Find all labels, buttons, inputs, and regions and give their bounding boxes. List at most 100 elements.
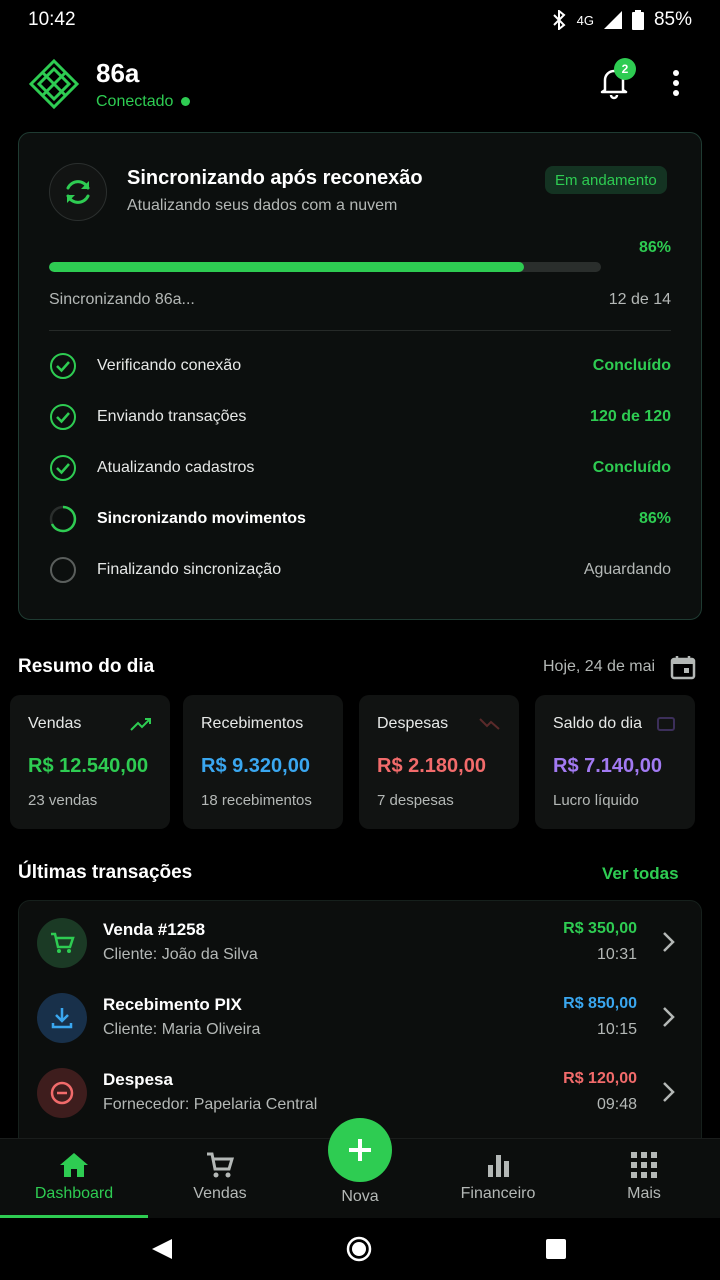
step-label: Atualizando cadastros	[97, 459, 255, 476]
sync-step: Sincronizando movimentos 86%	[49, 502, 671, 536]
chevron-right-icon	[663, 1007, 675, 1027]
bar-chart-icon	[488, 1155, 509, 1177]
sync-card: Sincronizando após reconexão Atualizando…	[18, 132, 702, 620]
nav-label: Financeiro	[460, 1185, 536, 1202]
tx-sub: Cliente: Maria Oliveira	[103, 1021, 261, 1038]
tx-time: 09:48	[596, 1096, 637, 1113]
stat-sub: Lucro líquido	[553, 792, 639, 809]
app-header: 86a Conectado 2	[0, 44, 720, 124]
home-button-icon[interactable]	[346, 1236, 372, 1262]
stat-value: R$ 2.180,00	[377, 755, 486, 777]
stat-value: R$ 9.320,00	[201, 755, 310, 777]
nav-label: Mais	[627, 1185, 661, 1202]
sync-percent: 86%	[638, 239, 671, 256]
step-label: Sincronizando movimentos	[97, 510, 306, 527]
connected-dot	[181, 97, 191, 106]
summary-title: Resumo do dia	[18, 656, 155, 677]
stat-value: R$ 7.140,00	[553, 755, 662, 777]
tx-time: 10:31	[596, 946, 637, 963]
nav-label: Dashboard	[34, 1185, 114, 1202]
nav-mais[interactable]: Mais	[584, 1139, 704, 1219]
sync-step: Verificando conexão Concluído	[49, 349, 671, 383]
network-label: 4G	[576, 12, 594, 28]
connection-label: Conectado	[96, 92, 174, 110]
tx-title: Despesa	[103, 1070, 173, 1089]
sync-progress-fill	[49, 262, 524, 272]
step-status: Concluído	[592, 459, 671, 476]
status-bar: 10:42 4G 85%	[0, 0, 720, 40]
step-label: Finalizando sincronização	[97, 561, 282, 578]
nav-financeiro[interactable]: Financeiro	[438, 1139, 558, 1219]
stat-sub: 7 despesas	[377, 792, 454, 809]
status-badge: Em andamento	[545, 166, 667, 194]
chevron-right-icon	[663, 1082, 675, 1102]
trend-down-icon	[479, 718, 500, 730]
step-label: Enviando transações	[97, 408, 247, 425]
stat-sub: 18 recebimentos	[201, 792, 312, 809]
sync-subtitle: Atualizando seus dados com a nuvem	[127, 197, 398, 214]
notification-badge: 2	[614, 58, 636, 80]
tx-amount: R$ 120,00	[563, 1070, 637, 1087]
sync-current-label: Sincronizando 86a...	[49, 291, 195, 308]
tx-title: Venda #1258	[103, 920, 206, 939]
device-name: 86a	[96, 57, 140, 88]
step-status: Concluído	[592, 357, 671, 374]
battery-icon	[631, 10, 644, 30]
more-options-icon[interactable]	[664, 68, 688, 98]
list-item[interactable]: Venda #1258 Cliente: João da Silva R$ 35…	[19, 908, 703, 978]
nav-vendas[interactable]: Vendas	[160, 1139, 280, 1219]
tx-sub: Cliente: João da Silva	[103, 946, 258, 963]
step-label: Verificando conexão	[97, 357, 242, 374]
bluetooth-icon	[552, 10, 566, 30]
stat-card-recebimentos[interactable]: Recebimentos R$ 9.320,00 18 recebimentos	[183, 695, 343, 829]
cart-icon	[37, 918, 87, 968]
home-icon	[60, 1153, 88, 1177]
stat-card-vendas[interactable]: Vendas R$ 12.540,00 23 vendas	[10, 695, 170, 829]
recents-icon[interactable]	[546, 1239, 566, 1259]
connection-status: Conectado	[96, 92, 191, 111]
see-all-link[interactable]: Ver todas	[602, 864, 679, 884]
divider	[49, 330, 671, 331]
stat-label: Recebimentos	[201, 715, 304, 732]
sync-icon	[66, 180, 90, 204]
calendar-icon[interactable]	[670, 654, 696, 680]
transactions-title: Últimas transações	[18, 862, 193, 883]
step-status: 120 de 120	[590, 408, 671, 425]
status-icons: 4G 85%	[551, 9, 692, 31]
download-icon	[37, 993, 87, 1043]
step-status: 86%	[638, 510, 671, 527]
minus-circle-icon	[37, 1068, 87, 1118]
wallet-icon	[657, 717, 675, 731]
back-icon[interactable]	[150, 1237, 174, 1261]
sync-count: 12 de 14	[608, 291, 671, 308]
sync-step: Atualizando cadastros Concluído	[49, 451, 671, 485]
check-circle-icon	[50, 455, 76, 481]
tx-sub: Fornecedor: Papelaria Central	[103, 1096, 318, 1113]
sync-title: Sincronizando após reconexão	[127, 167, 423, 189]
nav-dashboard[interactable]: Dashboard	[14, 1139, 134, 1219]
new-transaction-button[interactable]	[328, 1118, 392, 1182]
tx-amount: R$ 350,00	[563, 920, 637, 937]
apps-grid-icon	[631, 1152, 657, 1178]
tx-amount: R$ 850,00	[563, 995, 637, 1012]
stat-sub: 23 vendas	[28, 792, 98, 809]
nav-label: Vendas	[193, 1185, 247, 1202]
stat-card-despesas[interactable]: Despesas R$ 2.180,00 7 despesas	[359, 695, 519, 829]
sync-step: Enviando transações 120 de 120	[49, 400, 671, 434]
stat-card-saldo[interactable]: Saldo do dia R$ 7.140,00 Lucro líquido	[535, 695, 695, 829]
check-circle-icon	[50, 404, 76, 430]
battery-level: 85%	[653, 9, 692, 30]
transactions-list: Venda #1258 Cliente: João da Silva R$ 35…	[18, 900, 702, 1150]
tx-time: 10:15	[596, 1021, 637, 1038]
check-circle-icon	[50, 353, 76, 379]
nav-label-nova: Nova	[341, 1188, 379, 1205]
system-nav-bar	[0, 1218, 720, 1280]
trend-up-icon	[130, 718, 151, 731]
cart-icon	[207, 1152, 235, 1178]
signal-icon	[603, 11, 622, 29]
list-item[interactable]: Recebimento PIX Cliente: Maria Oliveira …	[19, 983, 703, 1053]
clock: 10:42	[28, 9, 76, 30]
plus-icon	[349, 1139, 371, 1161]
sync-icon-wrap	[49, 163, 107, 221]
summary-date: Hoje, 24 de mai	[543, 658, 656, 675]
